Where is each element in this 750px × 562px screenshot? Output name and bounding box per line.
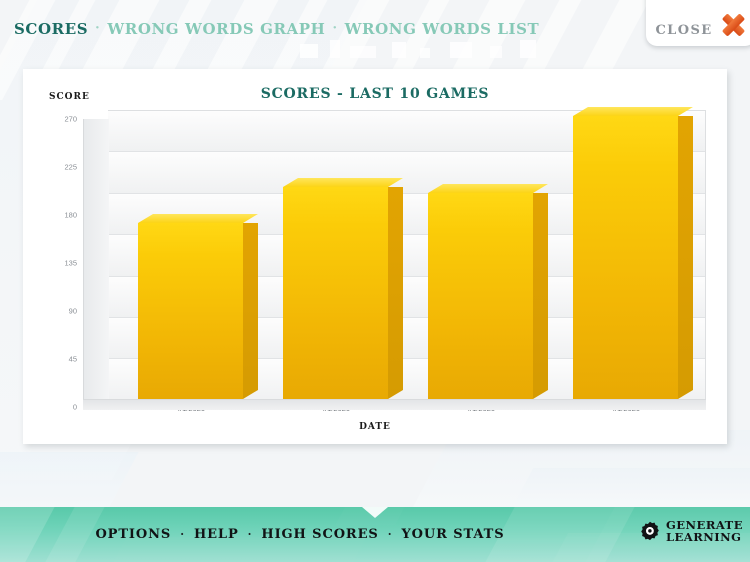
bar-front-face [428, 193, 533, 399]
footer-item-high-scores[interactable]: HIGH SCORES [261, 527, 378, 542]
y-tick-135: 135 [64, 258, 77, 268]
top-navigation-bar: SCORES · WRONG WORDS GRAPH · WRONG WORDS… [0, 0, 750, 57]
nav-separator: · [95, 21, 101, 36]
nav-item-wrong-words-graph[interactable]: WRONG WORDS GRAPH [107, 20, 325, 38]
chart-side-wall [83, 119, 109, 409]
gear-icon [641, 521, 659, 540]
chart-title: SCORES - LAST 10 GAMES [260, 86, 490, 102]
footer-menu: OPTIONS · HELP · HIGH SCORES · YOUR STAT… [0, 507, 600, 562]
y-tick-45: 45 [68, 354, 77, 364]
bar-top-face [428, 184, 548, 193]
brand-text: GENERATE LEARNING [665, 519, 743, 544]
breadcrumb: SCORES · WRONG WORDS GRAPH · WRONG WORDS… [14, 20, 539, 38]
nav-item-wrong-words-list[interactable]: WRONG WORDS LIST [345, 20, 540, 38]
footer-item-help[interactable]: HELP [194, 527, 239, 542]
bar-front-face [138, 223, 243, 399]
bar-top-face [283, 178, 403, 187]
bar-side-face [533, 193, 548, 399]
bar-front-face [573, 116, 678, 399]
footer-separator: · [387, 528, 393, 541]
y-tick-270: 270 [64, 114, 77, 124]
close-button-label: CLOSE [655, 23, 713, 38]
bar-2[interactable]: 4/1/2020 [428, 193, 533, 413]
brand-logo[interactable]: GENERATE LEARNING [639, 519, 743, 544]
bar-side-face [678, 116, 693, 399]
bar-0[interactable]: 4/1/2020 [138, 223, 243, 413]
x-axis-title: DATE [359, 422, 391, 432]
bar-chart-plot-area: 270 225 180 135 90 45 0 4/1/2020 4/1/202… [64, 110, 706, 413]
bar-side-face [388, 187, 403, 399]
chart-floor [83, 399, 706, 410]
y-tick-180: 180 [64, 210, 77, 220]
bar-top-face [138, 214, 258, 223]
bar-3[interactable]: 4/1/2020 [573, 116, 678, 413]
y-tick-90: 90 [68, 306, 77, 316]
footer-separator: · [180, 528, 185, 541]
footer-bar: OPTIONS · HELP · HIGH SCORES · YOUR STAT… [0, 507, 750, 562]
nav-separator: · [332, 21, 338, 36]
y-tick-225: 225 [64, 162, 77, 172]
bar-top-face [573, 107, 693, 116]
y-tick-0: 0 [72, 402, 77, 412]
close-x-icon [721, 12, 747, 38]
footer-item-options[interactable]: OPTIONS [95, 527, 171, 542]
bar-side-face [243, 223, 258, 399]
brand-line-2: LEARNING [665, 529, 742, 544]
footer-separator: · [247, 528, 253, 541]
close-button[interactable]: CLOSE [646, 0, 750, 46]
chart-card: SCORE SCORES - LAST 10 GAMES 270 225 180… [23, 69, 727, 444]
footer-item-your-stats[interactable]: YOUR STATS [401, 527, 504, 542]
nav-item-scores[interactable]: SCORES [14, 20, 88, 38]
bar-1[interactable]: 4/1/2020 [283, 187, 388, 413]
bar-front-face [283, 187, 388, 399]
